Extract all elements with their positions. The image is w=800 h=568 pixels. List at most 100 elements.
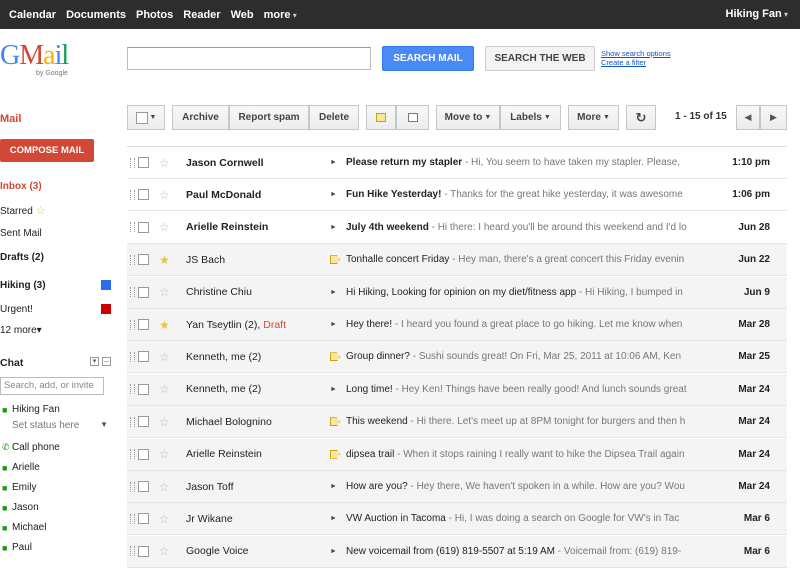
- report-spam-button[interactable]: Report spam: [229, 105, 309, 130]
- personal-level-arrow-icon[interactable]: ►: [330, 223, 340, 232]
- message-checkbox[interactable]: [138, 286, 149, 298]
- chat-contact[interactable]: ■ Paul: [2, 542, 32, 553]
- message-row[interactable]: ☆ Kenneth, me (2) Group dinner? - Sushi so…: [127, 341, 787, 374]
- sidebar-item-inbox[interactable]: Inbox (3): [0, 181, 42, 192]
- mark-important-button[interactable]: [366, 105, 396, 130]
- personal-level-arrow-icon[interactable]: ►: [330, 190, 340, 199]
- drag-handle-icon[interactable]: [130, 449, 135, 460]
- create-filter-link[interactable]: Create a filter: [601, 58, 671, 67]
- personal-level-arrow-icon[interactable]: ►: [330, 482, 340, 491]
- compose-button[interactable]: COMPOSE MAIL: [0, 139, 94, 162]
- message-checkbox[interactable]: [138, 254, 149, 266]
- message-row[interactable]: ★ Yan Tseytlin (2), Draft ► Hey there! - I …: [127, 309, 787, 341]
- drag-handle-icon[interactable]: [130, 222, 135, 233]
- chat-contact[interactable]: ■ Michael: [2, 522, 46, 533]
- nav-reader[interactable]: Reader: [183, 9, 220, 21]
- star-icon[interactable]: ☆: [159, 382, 170, 396]
- message-checkbox[interactable]: [138, 189, 149, 201]
- chat-minimize-icon[interactable]: –: [102, 357, 111, 366]
- star-icon[interactable]: ☆: [159, 447, 170, 461]
- sidebar-item-hiking[interactable]: Hiking (3): [0, 280, 46, 291]
- drag-handle-icon[interactable]: [130, 287, 135, 298]
- drag-handle-icon[interactable]: [130, 189, 135, 200]
- chat-options-icon[interactable]: ▾: [90, 357, 99, 366]
- star-icon[interactable]: ☆: [159, 285, 170, 299]
- sidebar-item-urgent[interactable]: Urgent!: [0, 304, 33, 315]
- message-row[interactable]: ☆ Kenneth, me (2) ► Long time! - Hey Ken! T…: [127, 373, 787, 406]
- message-row[interactable]: ☆ Jason Cornwell ► Please return my stapler…: [127, 147, 787, 179]
- personal-level-arrow-icon[interactable]: ►: [330, 288, 340, 297]
- delete-button[interactable]: Delete: [309, 105, 359, 130]
- star-icon[interactable]: ☆: [159, 544, 170, 558]
- chat-contact-call-phone[interactable]: ✆ Call phone: [2, 442, 60, 453]
- search-input[interactable]: [127, 47, 371, 70]
- star-icon[interactable]: ☆: [159, 480, 170, 494]
- personal-level-arrow-icon[interactable]: ►: [330, 158, 340, 167]
- search-web-button[interactable]: SEARCH THE WEB: [485, 46, 595, 71]
- mark-not-important-button[interactable]: [396, 105, 429, 130]
- chat-self[interactable]: ■ Hiking Fan: [2, 404, 60, 415]
- nav-photos[interactable]: Photos: [136, 9, 173, 21]
- drag-handle-icon[interactable]: [130, 157, 135, 168]
- star-icon[interactable]: ☆: [159, 220, 170, 234]
- star-icon[interactable]: ★: [159, 253, 170, 267]
- star-icon[interactable]: ☆: [159, 350, 170, 364]
- chat-contact[interactable]: ■ Jason: [2, 502, 39, 513]
- personal-level-arrow-icon[interactable]: ►: [330, 514, 340, 523]
- gmail-logo[interactable]: GMail by Google: [0, 42, 80, 82]
- drag-handle-icon[interactable]: [130, 481, 135, 492]
- message-checkbox[interactable]: [138, 221, 149, 233]
- important-marker-icon[interactable]: [330, 417, 340, 427]
- sidebar-item-drafts[interactable]: Drafts (2): [0, 252, 44, 263]
- show-search-options-link[interactable]: Show search options: [601, 49, 671, 58]
- message-row[interactable]: ☆ Jason Toff ► How are you? - Hey there, We…: [127, 471, 787, 503]
- drag-handle-icon[interactable]: [130, 319, 135, 330]
- nav-web[interactable]: Web: [231, 9, 254, 21]
- important-marker-icon[interactable]: [330, 449, 340, 459]
- message-checkbox[interactable]: [138, 351, 149, 363]
- newer-button[interactable]: ◀: [736, 105, 760, 130]
- star-icon[interactable]: ☆: [159, 415, 170, 429]
- chat-contact[interactable]: ■ Arielle: [2, 462, 40, 473]
- drag-handle-icon[interactable]: [130, 384, 135, 395]
- important-marker-icon[interactable]: [330, 255, 340, 265]
- drag-handle-icon[interactable]: [130, 351, 135, 362]
- message-row[interactable]: ☆ Michael Bolognino This weekend - Hi ther…: [127, 406, 787, 439]
- message-checkbox[interactable]: [138, 319, 149, 330]
- nav-more[interactable]: more: [264, 9, 297, 21]
- message-row[interactable]: ☆ Christine Chiu ► Hi Hiking, Looking for o…: [127, 276, 787, 309]
- star-icon[interactable]: ☆: [159, 156, 170, 170]
- sidebar-item-sent[interactable]: Sent Mail: [0, 228, 42, 239]
- more-actions-button[interactable]: More ▼: [568, 105, 619, 130]
- message-checkbox[interactable]: [138, 448, 149, 460]
- search-mail-button[interactable]: SEARCH MAIL: [382, 46, 474, 71]
- drag-handle-icon[interactable]: [130, 546, 135, 557]
- archive-button[interactable]: Archive: [172, 105, 229, 130]
- message-row[interactable]: ☆ Paul McDonald ► Fun Hike Yesterday! - Tha…: [127, 179, 787, 212]
- message-row[interactable]: ☆ Jr Wikane ► VW Auction in Tacoma - Hi, I …: [127, 503, 787, 536]
- message-checkbox[interactable]: [138, 383, 149, 395]
- personal-level-arrow-icon[interactable]: ►: [330, 385, 340, 394]
- message-checkbox[interactable]: [138, 545, 149, 557]
- refresh-button[interactable]: ↻: [626, 105, 656, 130]
- message-checkbox[interactable]: [138, 157, 149, 168]
- labels-button[interactable]: Labels ▼: [500, 105, 561, 130]
- move-to-button[interactable]: Move to ▼: [436, 105, 500, 130]
- message-row[interactable]: ★ JS Bach Tonhalle concert Friday - Hey ma…: [127, 244, 787, 277]
- message-checkbox[interactable]: [138, 481, 149, 492]
- mail-switcher[interactable]: Mail: [0, 113, 21, 125]
- older-button[interactable]: ▶: [760, 105, 787, 130]
- nav-calendar[interactable]: Calendar: [9, 9, 56, 21]
- nav-documents[interactable]: Documents: [66, 9, 126, 21]
- drag-handle-icon[interactable]: [130, 513, 135, 524]
- chat-contact[interactable]: ■ Emily: [2, 482, 36, 493]
- message-row[interactable]: ☆ Arielle Reinstein ► July 4th weekend - Hi…: [127, 212, 787, 244]
- message-checkbox[interactable]: [138, 513, 149, 525]
- star-icon[interactable]: ☆: [159, 188, 170, 202]
- message-row[interactable]: ☆ Arielle Reinstein dipsea trail - When it…: [127, 438, 787, 471]
- select-all-checkbox[interactable]: [135, 111, 148, 124]
- chat-status-select[interactable]: Set status here ▼: [12, 420, 108, 431]
- star-icon[interactable]: ☆: [159, 512, 170, 526]
- personal-level-arrow-icon[interactable]: ►: [330, 547, 340, 556]
- select-all-dropdown[interactable]: ▼: [127, 105, 165, 130]
